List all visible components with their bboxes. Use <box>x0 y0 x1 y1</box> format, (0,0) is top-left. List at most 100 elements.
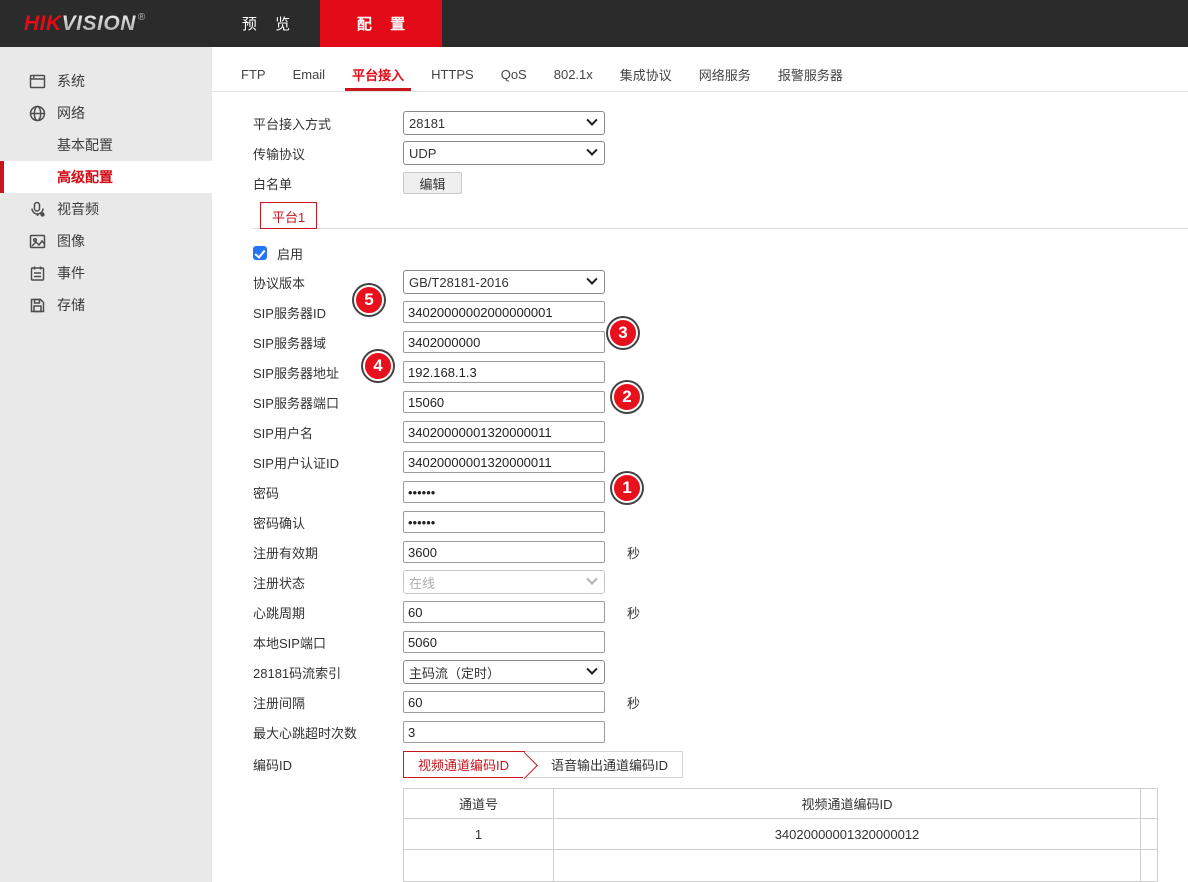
main-content: FTP Email 平台接入 HTTPS QoS 802.1x 集成协议 网络服… <box>212 47 1188 882</box>
stream-index-select[interactable]: 主码流（定时） <box>403 660 605 684</box>
sidebar-item-label: 图像 <box>57 231 85 251</box>
sidebar-item-image[interactable]: 图像 <box>0 225 212 257</box>
sidebar-item-event[interactable]: 事件 <box>0 257 212 289</box>
microphone-icon <box>28 200 47 219</box>
annotation-badge-5: 5 <box>354 285 384 315</box>
local-sip-port-input[interactable] <box>403 631 605 653</box>
access-mode-select[interactable]: 28181 <box>403 111 605 135</box>
sidebar-item-video-audio[interactable]: 视音频 <box>0 193 212 225</box>
tab-qos[interactable]: QoS <box>501 57 527 92</box>
reg-status-select: 在线 <box>403 570 605 594</box>
form-row-whitelist: 白名单 编辑 <box>253 168 1188 198</box>
encoding-id-row: 编码ID 视频通道编码ID 语音输出通道编码ID <box>253 751 1188 778</box>
sip-auth-id-input[interactable] <box>403 451 605 473</box>
seconds-suffix: 秒 <box>627 543 640 562</box>
logo-vision: VISION <box>62 12 136 36</box>
form-row-stream-index: 28181码流索引 主码流（定时） <box>253 657 1188 687</box>
transport-select[interactable]: UDP <box>403 141 605 165</box>
annotation-badge-3: 3 <box>608 318 638 348</box>
encoding-id-tabs: 视频通道编码ID 语音输出通道编码ID <box>403 751 683 778</box>
sip-server-domain-input[interactable] <box>403 331 605 353</box>
password-input[interactable] <box>403 481 605 503</box>
sip-server-port-input[interactable] <box>403 391 605 413</box>
chevron-down-icon <box>586 574 597 585</box>
platform-tab-bar: 平台1 <box>253 202 1188 229</box>
sip-auth-id-label: SIP用户认证ID <box>253 453 403 472</box>
sidebar-item-system[interactable]: 系统 <box>0 65 212 97</box>
platform-access-form: 平台接入方式 28181 传输协议 UDP 白名单 编辑 平台1 启用 <box>212 92 1188 882</box>
tab-integration-protocol[interactable]: 集成协议 <box>620 57 672 92</box>
annotation-badge-2: 2 <box>612 382 642 412</box>
sip-server-address-input[interactable] <box>403 361 605 383</box>
access-mode-label: 平台接入方式 <box>253 114 403 133</box>
password-confirm-label: 密码确认 <box>253 513 403 532</box>
tab-8021x[interactable]: 802.1x <box>554 57 593 92</box>
chevron-down-icon <box>586 664 597 675</box>
chevron-down-icon <box>586 274 597 285</box>
event-icon <box>28 264 47 283</box>
max-heartbeat-timeout-input[interactable] <box>403 721 605 743</box>
tab-platform-access[interactable]: 平台接入 <box>352 57 404 92</box>
annotation-badge-4: 4 <box>363 351 393 381</box>
annotation-badge-1: 1 <box>612 473 642 503</box>
password-confirm-input[interactable] <box>403 511 605 533</box>
sidebar-item-label: 事件 <box>57 263 85 283</box>
channel-no-cell: 1 <box>404 819 554 850</box>
form-row-password: 密码 <box>253 477 1188 507</box>
tab-https[interactable]: HTTPS <box>431 57 474 92</box>
enable-label: 启用 <box>277 244 303 263</box>
spacer-header <box>1141 789 1158 819</box>
form-row-max-heartbeat-timeout: 最大心跳超时次数 <box>253 717 1188 747</box>
tab-ftp[interactable]: FTP <box>241 57 266 92</box>
topnav-config[interactable]: 配 置 <box>320 0 442 47</box>
topnav-preview[interactable]: 预 览 <box>212 0 320 47</box>
video-encoding-id-header: 视频通道编码ID <box>554 789 1141 819</box>
top-menu: 预 览 配 置 <box>212 0 442 47</box>
form-row-reg-validity: 注册有效期 秒 <box>253 537 1188 567</box>
heartbeat-input[interactable] <box>403 601 605 623</box>
tab-alarm-server[interactable]: 报警服务器 <box>778 57 843 92</box>
transport-value: UDP <box>409 146 436 161</box>
table-row[interactable]: 1 34020000001320000012 <box>404 819 1158 850</box>
form-row-local-sip-port: 本地SIP端口 <box>253 627 1188 657</box>
table-header-row: 通道号 视频通道编码ID <box>404 789 1158 819</box>
audio-output-channel-encoding-tab[interactable]: 语音输出通道编码ID <box>525 751 683 778</box>
video-channel-encoding-tab[interactable]: 视频通道编码ID <box>403 751 525 778</box>
local-sip-port-label: 本地SIP端口 <box>253 633 403 652</box>
platform1-tab[interactable]: 平台1 <box>260 202 317 229</box>
protocol-version-select[interactable]: GB/T28181-2016 <box>403 270 605 294</box>
tab-email[interactable]: Email <box>293 57 326 92</box>
sidebar-item-advanced-config[interactable]: 高级配置 <box>0 161 212 193</box>
transport-label: 传输协议 <box>253 144 403 163</box>
reg-validity-label: 注册有效期 <box>253 543 403 562</box>
sidebar-item-basic-config[interactable]: 基本配置 <box>0 129 212 161</box>
whitelist-edit-button[interactable]: 编辑 <box>403 172 462 194</box>
hikvision-logo: HIKVISION® <box>24 0 146 47</box>
sip-settings-rows: 协议版本 GB/T28181-2016 SIP服务器ID SIP服务器域 SIP… <box>253 267 1188 747</box>
chevron-down-icon <box>586 145 597 156</box>
settings-tabstrip: FTP Email 平台接入 HTTPS QoS 802.1x 集成协议 网络服… <box>212 47 1188 92</box>
reg-validity-input[interactable] <box>403 541 605 563</box>
reg-interval-input[interactable] <box>403 691 605 713</box>
globe-icon <box>28 104 47 123</box>
reg-status-value: 在线 <box>409 573 435 592</box>
protocol-version-value: GB/T28181-2016 <box>409 275 509 290</box>
form-row-transport: 传输协议 UDP <box>253 138 1188 168</box>
encoding-id-label: 编码ID <box>253 755 403 774</box>
protocol-version-label: 协议版本 <box>253 273 403 292</box>
sip-server-domain-label: SIP服务器域 <box>253 333 403 352</box>
sidebar-item-network[interactable]: 网络 <box>0 97 212 129</box>
table-row-empty <box>404 850 1158 882</box>
sidebar-item-storage[interactable]: 存储 <box>0 289 212 321</box>
max-heartbeat-timeout-label: 最大心跳超时次数 <box>253 723 403 742</box>
sip-server-id-input[interactable] <box>403 301 605 323</box>
logo-registered-mark: ® <box>138 12 146 23</box>
enable-checkbox[interactable] <box>253 246 267 260</box>
seconds-suffix: 秒 <box>627 603 640 622</box>
form-row-sip-username: SIP用户名 <box>253 417 1188 447</box>
sip-username-input[interactable] <box>403 421 605 443</box>
sidebar-item-label: 网络 <box>57 103 85 123</box>
tab-network-service[interactable]: 网络服务 <box>699 57 751 92</box>
form-row-sip-server-id: SIP服务器ID <box>253 297 1188 327</box>
whitelist-label: 白名单 <box>253 174 403 193</box>
